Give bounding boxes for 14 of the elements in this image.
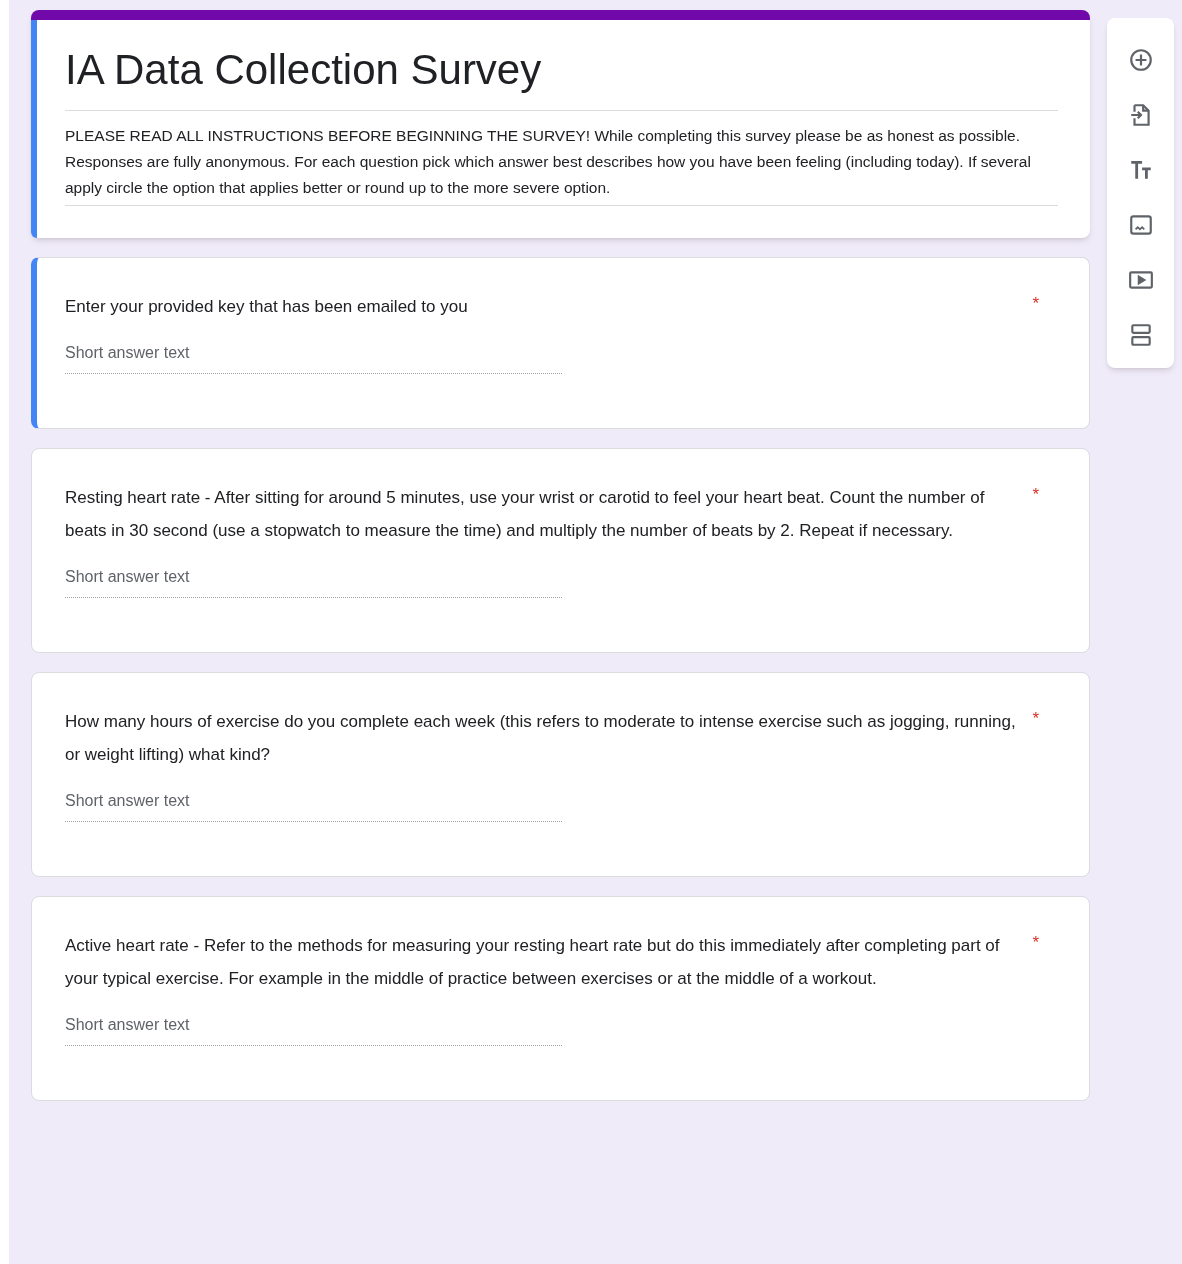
question-text: How many hours of exercise do you complete each week (this refers to moderate to intense exercise such as jogging, running, or weight lifting) what kind? bbox=[65, 711, 1017, 766]
short-answer-field[interactable]: Short answer text bbox=[65, 565, 562, 598]
required-mark: * bbox=[1032, 708, 1039, 729]
required-mark: * bbox=[1032, 484, 1039, 505]
form-description: PLEASE READ ALL INSTRUCTIONS BEFORE BEGINNING THE SURVEY! While completing this survey please be as honest as possible. Responses are fully anonymous. For each question pick which answer best describes how you have been feeling (including today). If several apply circle the option that applies better or round up to the more severe option. bbox=[65, 111, 1058, 206]
question-text: Active heart rate - Refer to the methods for measuring your resting heart rate but do this immediately after completing part of your typical exercise. For example in the middle of practice between exercises or at the middle of a workout. bbox=[65, 935, 1001, 990]
form-title: IA Data Collection Survey bbox=[65, 42, 1058, 111]
question-text: Resting heart rate - After sitting for around 5 minutes, use your wrist or carotid to feel your heart beat. Count the number of beats in 30 second (use a stopwatch to measure the time) and multiply the number of beats by 2. Repeat if necessary. bbox=[65, 487, 986, 542]
question-text: Enter your provided key that has been emailed to you bbox=[65, 296, 469, 318]
short-answer-field[interactable]: Short answer text bbox=[65, 341, 562, 374]
short-answer-field[interactable]: Short answer text bbox=[65, 789, 562, 822]
required-mark: * bbox=[1032, 293, 1039, 314]
short-answer-field[interactable]: Short answer text bbox=[65, 1013, 562, 1046]
required-mark: * bbox=[1032, 932, 1039, 953]
